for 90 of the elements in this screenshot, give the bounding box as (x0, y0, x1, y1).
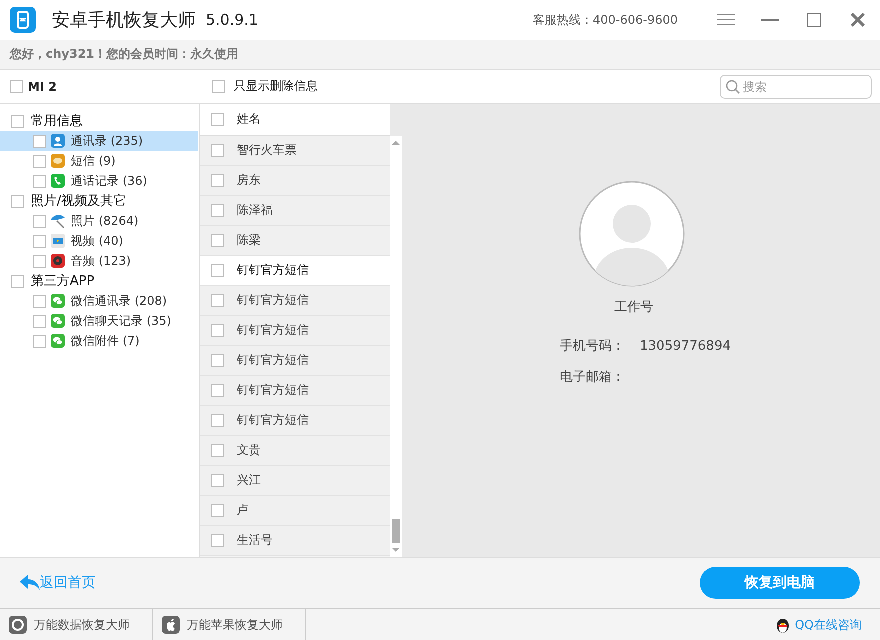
minimize-icon[interactable] (761, 18, 779, 22)
deleted-only-label: 只显示删除信息 (234, 78, 318, 95)
deleted-only-checkbox[interactable] (212, 80, 225, 93)
row-checkbox[interactable] (211, 174, 224, 187)
back-arrow-icon (20, 575, 40, 591)
item-checkbox[interactable] (33, 214, 46, 228)
close-icon[interactable] (851, 13, 865, 27)
device-label: MI 2 (28, 80, 57, 94)
item-checkbox[interactable] (33, 154, 46, 168)
tree-item[interactable]: 照片 (8264) (0, 211, 198, 231)
avatar-icon (578, 180, 686, 288)
field-label: 电子邮箱： (560, 369, 626, 386)
category-checkbox[interactable] (11, 274, 24, 288)
window-title: 安卓手机恢复大师 (52, 9, 196, 32)
row-checkbox[interactable] (211, 444, 224, 457)
contact-row[interactable]: 陈泽福 (200, 196, 390, 226)
contact-row[interactable]: 钉钉官方短信 (200, 286, 390, 316)
tree-item[interactable]: 微信附件 (7) (0, 331, 198, 351)
device-checkbox[interactable] (10, 80, 23, 93)
maximize-icon[interactable] (807, 13, 821, 27)
product-link[interactable]: 万能苹果恢复大师 (187, 616, 283, 634)
scroll-thumb[interactable] (392, 519, 400, 543)
field-value: 13059776894 (640, 338, 731, 354)
hotline-text: 客服热线：400-606-9600 (532, 12, 678, 28)
item-checkbox[interactable] (33, 294, 46, 308)
contact-row[interactable]: 智行火车票 (200, 136, 390, 166)
select-all-checkbox[interactable] (211, 113, 224, 126)
row-checkbox[interactable] (211, 324, 224, 337)
row-checkbox[interactable] (211, 504, 224, 517)
penguin-icon (775, 616, 792, 634)
contact-row[interactable]: 钉钉官方短信 (200, 316, 390, 346)
row-checkbox[interactable] (211, 264, 224, 277)
scroll-up-icon[interactable] (392, 140, 400, 145)
welcome-text: 您好，chy321！您的会员时间：永久使用 (0, 40, 880, 70)
tree-item[interactable]: 微信聊天记录 (35) (0, 311, 198, 331)
menu-icon[interactable] (717, 14, 735, 26)
item-checkbox[interactable] (33, 174, 46, 188)
wechat-icon (51, 334, 65, 348)
videos-icon (51, 234, 65, 248)
search-field[interactable]: 搜索 (720, 74, 872, 98)
scrollbar[interactable] (390, 136, 402, 557)
row-checkbox[interactable] (211, 384, 224, 397)
row-checkbox[interactable] (211, 204, 224, 217)
category-checkbox[interactable] (11, 194, 24, 208)
item-checkbox[interactable] (33, 234, 46, 248)
row-checkbox[interactable] (211, 144, 224, 157)
column-header[interactable]: 姓名 (237, 111, 261, 128)
contact-row[interactable]: 卢 (200, 496, 390, 526)
category-label[interactable]: 第三方APP (31, 272, 95, 290)
category-label[interactable]: 常用信息 (31, 112, 83, 130)
item-checkbox[interactable] (33, 334, 46, 348)
row-checkbox[interactable] (211, 354, 224, 367)
row-checkbox[interactable] (211, 234, 224, 247)
contact-row[interactable]: 陈梁 (200, 226, 390, 256)
tree-item[interactable]: 短信 (9) (0, 151, 198, 171)
row-checkbox[interactable] (211, 414, 224, 427)
contact-row[interactable]: 钉钉官方短信 (200, 406, 390, 436)
wechat-icon (51, 314, 65, 328)
contact-row[interactable]: 钉钉官方短信 (200, 346, 390, 376)
product-link[interactable]: 万能数据恢复大师 (34, 616, 130, 634)
contact-name: 工作号 (614, 299, 654, 316)
item-checkbox[interactable] (33, 134, 46, 148)
apple-icon (162, 616, 180, 634)
tree-item[interactable]: 视频 (40) (0, 231, 198, 251)
row-checkbox[interactable] (211, 474, 224, 487)
row-checkbox[interactable] (211, 534, 224, 547)
scroll-down-icon[interactable] (392, 548, 400, 553)
field-label: 手机号码： (560, 338, 626, 355)
search-icon (726, 80, 740, 94)
wechat-icon (51, 294, 65, 308)
contact-row[interactable]: 房东 (200, 166, 390, 196)
item-checkbox[interactable] (33, 254, 46, 268)
tree-item[interactable]: 通讯录 (235) (0, 131, 198, 151)
contact-row[interactable]: 钉钉官方短信 (200, 256, 390, 286)
contact-row[interactable]: 钉钉官方短信 (200, 376, 390, 406)
app-logo-icon (10, 7, 36, 33)
calls-icon (51, 174, 65, 188)
category-label[interactable]: 照片/视频及其它 (31, 192, 126, 210)
tree-item[interactable]: 音频 (123) (0, 251, 198, 271)
contact-row[interactable]: 文贵 (200, 436, 390, 466)
row-checkbox[interactable] (211, 294, 224, 307)
contact-row[interactable]: 兴江 (200, 466, 390, 496)
audio-icon (51, 254, 65, 268)
contacts-icon (51, 134, 65, 148)
tree-item[interactable]: 通话记录 (36) (0, 171, 198, 191)
category-checkbox[interactable] (11, 114, 24, 128)
tree-item[interactable]: 微信通讯录 (208) (0, 291, 198, 311)
contact-row[interactable]: 生活号 (200, 526, 390, 556)
item-checkbox[interactable] (33, 314, 46, 328)
version-label: 5.0.9.1 (206, 11, 258, 29)
